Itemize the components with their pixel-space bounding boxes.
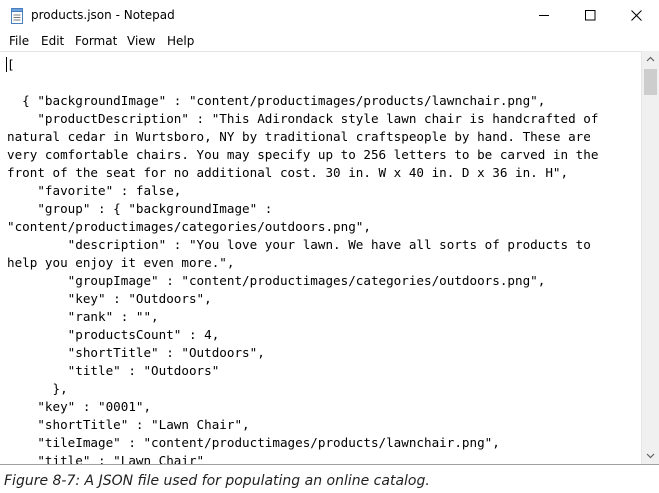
- scrollbar-thumb[interactable]: [644, 69, 657, 95]
- text-line: "key" : "Outdoors",: [7, 291, 212, 306]
- notepad-app-icon: [10, 8, 24, 24]
- minimize-icon: [539, 15, 549, 16]
- scroll-up-arrow-icon: [646, 56, 655, 62]
- text-line: very comfortable chairs. You may specify…: [7, 147, 599, 162]
- text-line: },: [7, 381, 68, 396]
- text-line: "shortTitle" : "Lawn Chair",: [7, 417, 250, 432]
- scroll-down-arrow-icon: [646, 453, 655, 459]
- figure-caption: Figure 8-7: A JSON file used for populat…: [4, 473, 430, 489]
- text-line: "productsCount" : 4,: [7, 327, 220, 342]
- text-line: "description" : "You love your lawn. We …: [7, 237, 591, 252]
- menu-format[interactable]: Format: [75, 34, 117, 48]
- text-line: "productDescription" : "This Adirondack …: [7, 111, 599, 126]
- text-line: "group" : { "backgroundImage" :: [7, 201, 273, 216]
- text-line: "content/productimages/categories/outdoo…: [7, 219, 371, 234]
- window-title: products.json - Notepad: [31, 8, 175, 22]
- menu-edit[interactable]: Edit: [41, 34, 64, 48]
- menu-view[interactable]: View: [127, 34, 155, 48]
- text-line: "favorite" : false,: [7, 183, 182, 198]
- text-line: "tileImage" : "content/productimages/pro…: [7, 435, 500, 450]
- text-line: "title" : "Outdoors": [7, 363, 220, 378]
- text-line: help you enjoy it even more.",: [7, 255, 235, 270]
- scroll-up-button[interactable]: [642, 51, 659, 68]
- text-line: "title" : "Lawn Chair": [7, 453, 205, 465]
- menu-help[interactable]: Help: [167, 34, 194, 48]
- text-editor-area[interactable]: [ { "backgroundImage" : "content/product…: [0, 51, 641, 465]
- close-button[interactable]: [613, 0, 659, 31]
- scroll-down-button[interactable]: [642, 447, 659, 464]
- close-icon: [631, 10, 642, 21]
- vertical-scrollbar[interactable]: [641, 51, 659, 464]
- text-line: "groupImage" : "content/productimages/ca…: [7, 273, 546, 288]
- text-line: natural cedar in Wurtsboro, NY by tradit…: [7, 129, 591, 144]
- text-line: "rank" : "",: [7, 309, 159, 324]
- maximize-button[interactable]: [567, 0, 613, 31]
- text-line: front of the seat for no additional cost…: [7, 165, 569, 180]
- notepad-window: products.json - Notepad File Edit Format…: [0, 0, 659, 465]
- text-line: { "backgroundImage" : "content/productim…: [7, 93, 546, 108]
- minimize-button[interactable]: [521, 0, 567, 31]
- menu-bar: File Edit Format View Help: [0, 31, 659, 51]
- text-line: "shortTitle" : "Outdoors",: [7, 345, 265, 360]
- text-line: [: [7, 57, 15, 72]
- title-bar[interactable]: products.json - Notepad: [0, 0, 659, 31]
- text-line: "key" : "0001",: [7, 399, 152, 414]
- maximize-icon: [585, 10, 596, 21]
- menu-file[interactable]: File: [9, 34, 29, 48]
